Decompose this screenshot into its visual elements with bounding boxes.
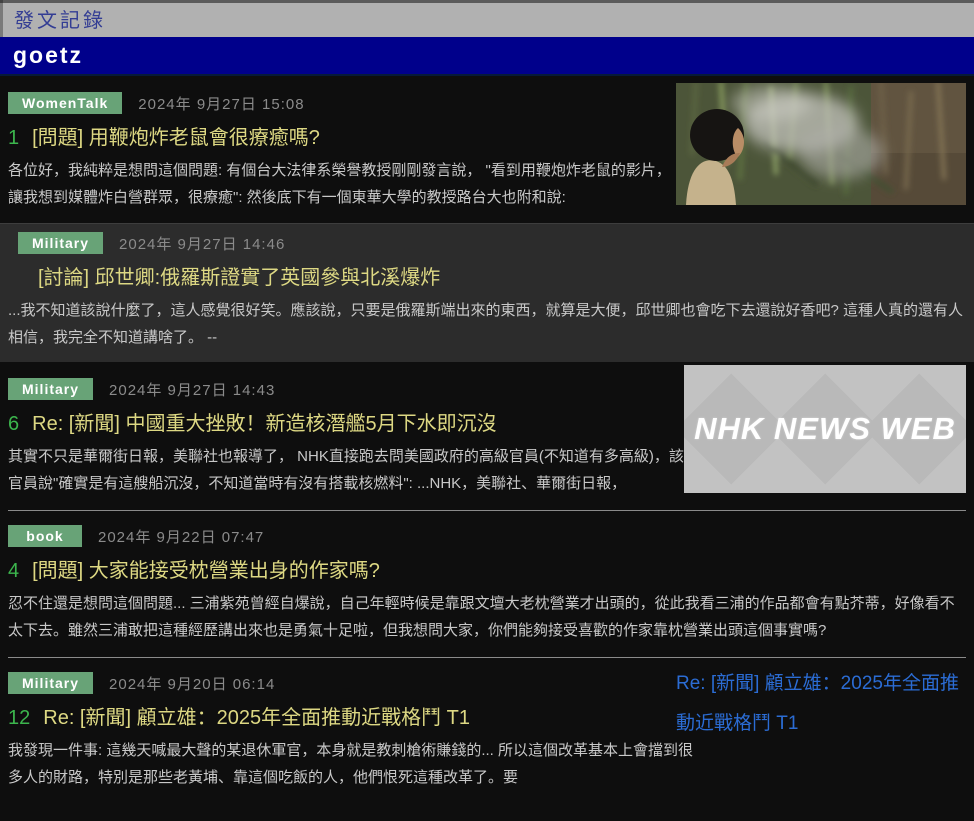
post-timestamp: 2024年 9月27日 14:43 [109,379,275,400]
page-title: 發文記錄 [14,4,106,33]
post-timestamp: 2024年 9月27日 15:08 [138,93,304,114]
user-header-bar: goetz [0,37,974,76]
board-badge[interactable]: Military [8,378,93,400]
smoke-in-grass-photo [676,83,966,205]
board-badge[interactable]: Military [8,672,93,694]
post-title: Re: [新聞] 顧立雄：2025年全面推動近戰格鬥 T1 [43,701,470,730]
post-item-1: WomenTalk 2024年 9月27日 15:08 1 [問題] 用鞭炮炸老… [8,92,966,211]
divider [8,510,966,511]
post-excerpt: 各位好，我純粹是想問這個問題: 有個台大法律系榮譽教授剛剛發言說， "看到用鞭炮… [8,157,684,211]
board-badge[interactable]: WomenTalk [8,92,122,114]
board-badge[interactable]: book [8,525,82,547]
post-timestamp: 2024年 9月22日 07:47 [98,526,264,547]
post-excerpt: ...我不知道該說什麼了，這人感覺很好笑。應該說，只要是俄羅斯端出來的東西，就算… [8,297,966,351]
post-count: 12 [8,707,30,730]
post-count: 6 [8,413,19,436]
post-title: Re: [新聞] 中國重大挫敗！新造核潛艦5月下水即沉沒 [32,407,496,436]
post-count: 1 [8,127,19,150]
post-item-2: Military 2024年 9月27日 14:46 [討論] 邱世卿:俄羅斯證… [0,223,974,362]
post-title: [問題] 用鞭炮炸老鼠會很療癒嗎? [32,121,320,150]
post-timestamp: 2024年 9月27日 14:46 [119,233,285,254]
post-title: [討論] 邱世卿:俄羅斯證實了英國參與北溪爆炸 [38,261,440,290]
post-excerpt: 我發現一件事: 這幾天喊最大聲的某退休軍官，本身就是教刺槍術賺錢的... 所以這… [8,737,698,791]
post-title-link[interactable]: [討論] 邱世卿:俄羅斯證實了英國參與北溪爆炸 [8,261,966,290]
username: goetz [13,42,83,69]
post-thumbnail-photo[interactable] [676,83,966,205]
page-header-bar: 發文記錄 [0,0,974,37]
post-excerpt: 其實不只是華爾街日報，美聯社也報導了， NHK直接跑去問美國政府的高級官員(不知… [8,443,684,497]
post-title-link[interactable]: 4 [問題] 大家能接受枕營業出身的作家嗎? [8,554,966,583]
post-item-4: book 2024年 9月22日 07:47 4 [問題] 大家能接受枕營業出身… [8,525,966,644]
post-title: [問題] 大家能接受枕營業出身的作家嗎? [32,554,380,583]
divider [8,657,966,658]
post-excerpt: 忍不住還是想問這個問題... 三浦紫苑曾經自爆說，自己年輕時候是靠跟文壇大老枕營… [8,590,966,644]
board-badge[interactable]: Military [18,232,103,254]
related-post-link[interactable]: Re: [新聞] 顧立雄：2025年全面推動近戰格鬥 T1 [676,664,962,744]
post-item-5: Military 2024年 9月20日 06:14 12 Re: [新聞] 顧… [8,672,966,791]
post-timestamp: 2024年 9月20日 06:14 [109,673,275,694]
nhk-logo-text: NHK NEWS WEB [694,411,956,447]
post-count: 4 [8,560,19,583]
post-item-3: Military 2024年 9月27日 14:43 6 Re: [新聞] 中國… [8,378,966,497]
post-list: WomenTalk 2024年 9月27日 15:08 1 [問題] 用鞭炮炸老… [0,92,974,791]
nhk-news-web-logo[interactable]: NHK NEWS WEB [684,365,966,493]
